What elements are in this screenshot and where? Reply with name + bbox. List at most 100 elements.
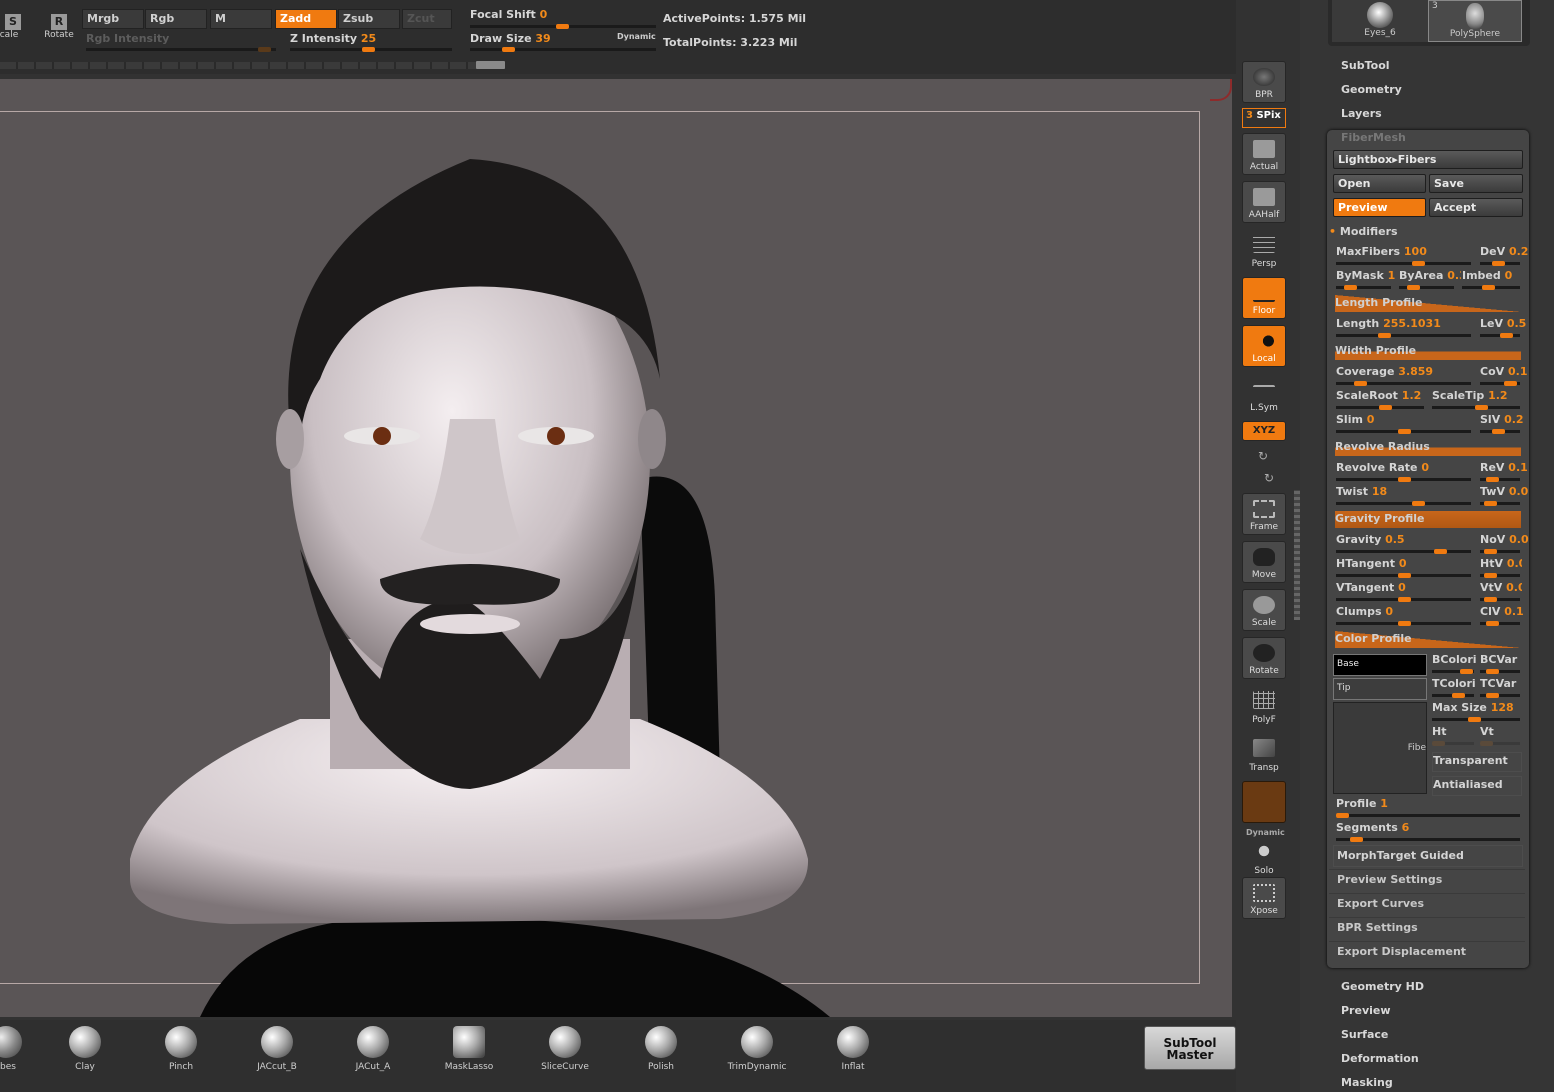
rgb-button[interactable]: Rgb [145, 9, 207, 29]
clumps-knob[interactable] [1398, 621, 1411, 626]
max-size-knob[interactable] [1468, 717, 1481, 722]
base-color-swatch[interactable]: Base [1333, 654, 1427, 676]
solo-button[interactable]: Solo [1242, 836, 1286, 878]
cov-slider[interactable] [1480, 381, 1520, 386]
imbed-knob[interactable] [1482, 285, 1495, 290]
dev-slider[interactable] [1480, 261, 1520, 266]
rotate-z-icon[interactable]: ↻ [1264, 471, 1274, 485]
nov-knob[interactable] [1484, 549, 1497, 554]
coverage-field[interactable]: Coverage 3.859 [1336, 365, 1433, 378]
zsub-button[interactable]: Zsub [338, 9, 400, 29]
polyf-button[interactable]: PolyF [1242, 685, 1286, 727]
brush-partial[interactable]: bes [0, 1026, 30, 1076]
htangent-field[interactable]: HTangent 0 [1336, 557, 1406, 570]
vtangent-field[interactable]: VTangent 0 [1336, 581, 1406, 594]
xyz-button[interactable]: XYZ [1242, 421, 1286, 441]
length-slider[interactable] [1336, 333, 1471, 338]
scaleroot-knob[interactable] [1379, 405, 1392, 410]
slv-slider[interactable] [1480, 429, 1520, 434]
clv-slider[interactable] [1480, 621, 1520, 626]
m-button[interactable]: M [210, 9, 272, 29]
brush-clay[interactable]: Clay [39, 1026, 131, 1076]
subtool-thumb-polysphere[interactable]: 3 PolySphere [1428, 0, 1522, 42]
twist-knob[interactable] [1412, 501, 1425, 506]
coverage-slider[interactable] [1336, 381, 1471, 386]
bcolorize-field[interactable]: BColoriz [1432, 653, 1476, 666]
maxfibers-slider[interactable] [1336, 261, 1471, 266]
tcvar-slider[interactable] [1480, 693, 1520, 698]
bpr-settings-section[interactable]: BPR Settings [1329, 917, 1525, 939]
transparent-toggle[interactable]: Transparent [1432, 752, 1522, 772]
twv-field[interactable]: TwV 0.0 [1480, 485, 1528, 498]
rgb-intensity-knob[interactable] [258, 47, 271, 52]
transp-button[interactable]: Transp [1242, 733, 1286, 775]
rev-slider[interactable] [1480, 477, 1520, 482]
profile-slider[interactable] [1336, 813, 1520, 818]
menu-surface[interactable]: Surface [1341, 1028, 1388, 1041]
twist-slider[interactable] [1336, 501, 1471, 506]
htv-slider[interactable] [1480, 573, 1520, 578]
tcvar-knob[interactable] [1486, 693, 1499, 698]
vt-field[interactable]: Vt [1480, 725, 1494, 738]
move-button[interactable]: Move [1242, 541, 1286, 583]
imbed-slider[interactable] [1462, 285, 1520, 290]
byarea-field[interactable]: ByArea 0.3 [1399, 269, 1461, 282]
subtool-thumb-eyes[interactable]: Eyes_6 [1332, 0, 1428, 42]
tip-color-swatch[interactable]: Tip [1333, 678, 1427, 700]
revolve-rate-knob[interactable] [1398, 477, 1411, 482]
vtangent-slider[interactable] [1336, 597, 1471, 602]
brush-jacut-a[interactable]: JACut_A [327, 1026, 419, 1076]
htangent-slider[interactable] [1336, 573, 1471, 578]
revolve-radius-curve[interactable]: Revolve Radius [1335, 439, 1521, 456]
gravity-slider[interactable] [1336, 549, 1471, 554]
slim-knob[interactable] [1398, 429, 1411, 434]
ht-slider[interactable] [1432, 741, 1474, 746]
length-profile-curve[interactable]: Length Profile [1335, 295, 1521, 312]
vt-knob[interactable] [1480, 741, 1493, 746]
vt-slider[interactable] [1480, 741, 1520, 746]
slv-field[interactable]: SlV 0.2 [1480, 413, 1524, 426]
bcvar-slider[interactable] [1480, 669, 1520, 674]
subtool-master-button[interactable]: SubTool Master [1144, 1026, 1236, 1070]
tcolorize-knob[interactable] [1452, 693, 1465, 698]
dev-field[interactable]: DeV 0.2 [1480, 245, 1528, 258]
rev-knob[interactable] [1486, 477, 1499, 482]
menu-preview[interactable]: Preview [1341, 1004, 1391, 1017]
menu-masking[interactable]: Masking [1341, 1076, 1393, 1089]
slim-field[interactable]: Slim 0 [1336, 413, 1374, 426]
width-profile-curve[interactable]: Width Profile [1335, 343, 1521, 360]
scaleroot-field[interactable]: ScaleRoot 1.2 [1336, 389, 1421, 402]
brush-trimdynamic[interactable]: TrimDynamic [711, 1026, 803, 1076]
open-button[interactable]: Open [1333, 174, 1426, 193]
maxfibers-field[interactable]: MaxFibers 100 [1336, 245, 1427, 258]
preview-settings-section[interactable]: Preview Settings [1329, 869, 1525, 891]
brush-masklasso[interactable]: MaskLasso [423, 1026, 515, 1076]
persp-button[interactable]: Persp [1242, 229, 1286, 271]
rotate-y-icon[interactable]: ↻ [1258, 449, 1268, 463]
lev-slider[interactable] [1480, 333, 1520, 338]
menu-deformation[interactable]: Deformation [1341, 1052, 1419, 1065]
lightbox-fibers-button[interactable]: Lightbox▸Fibers [1333, 150, 1523, 169]
draw-size-knob[interactable] [502, 47, 515, 52]
bcolorize-slider[interactable] [1432, 669, 1474, 674]
gravity-profile-curve[interactable]: Gravity Profile [1335, 511, 1521, 528]
lsym-button[interactable]: L.Sym [1242, 373, 1286, 415]
tcolorize-field[interactable]: TColoriz [1432, 677, 1476, 690]
vtv-field[interactable]: VtV 0.05 [1480, 581, 1522, 594]
clumps-field[interactable]: Clumps 0 [1336, 605, 1393, 618]
revolve-rate-field[interactable]: Revolve Rate 0 [1336, 461, 1429, 474]
scaletip-knob[interactable] [1475, 405, 1488, 410]
brush-pinch[interactable]: Pinch [135, 1026, 227, 1076]
cov-field[interactable]: CoV 0.1 [1480, 365, 1528, 378]
brush-jaccut-b[interactable]: JACcut_B [231, 1026, 323, 1076]
lev-knob[interactable] [1500, 333, 1513, 338]
dynamic-toggle[interactable]: Dynamic [617, 32, 656, 41]
floor-button[interactable]: Floor [1242, 277, 1286, 319]
gravity-knob[interactable] [1434, 549, 1447, 554]
twist-field[interactable]: Twist 18 [1336, 485, 1387, 498]
coverage-knob[interactable] [1354, 381, 1367, 386]
frame-button[interactable]: Frame [1242, 493, 1286, 535]
slim-slider[interactable] [1336, 429, 1471, 434]
vtangent-knob[interactable] [1398, 597, 1411, 602]
nov-field[interactable]: NoV 0.0 [1480, 533, 1529, 546]
